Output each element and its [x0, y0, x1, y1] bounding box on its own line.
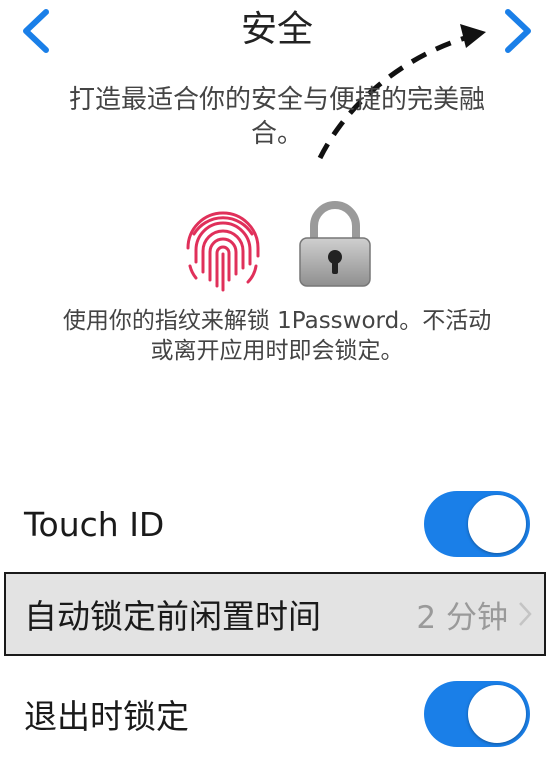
- auto-lock-value: 2 分钟: [416, 599, 508, 636]
- fingerprint-icon: [186, 211, 260, 292]
- forward-button[interactable]: [498, 6, 538, 56]
- lock-on-exit-row: 退出时锁定: [0, 672, 554, 756]
- lock-on-exit-toggle[interactable]: [424, 681, 530, 747]
- padlock-icon: [299, 201, 371, 287]
- auto-lock-row[interactable]: 自动锁定前闲置时间 2 分钟: [4, 572, 546, 656]
- lock-on-exit-label: 退出时锁定: [24, 697, 189, 736]
- touch-id-label: Touch ID: [24, 504, 165, 544]
- toggle-knob: [468, 685, 526, 743]
- intro-text: 打造最适合你的安全与便捷的完美融 合。: [68, 85, 485, 149]
- chevron-right-icon: [519, 602, 532, 626]
- chevron-right-icon: [505, 9, 531, 53]
- touchid-description: 使用你的指纹来解锁 1Password。不活动 或离开应用时即会锁定。: [62, 308, 492, 364]
- touch-id-row: Touch ID: [0, 488, 554, 560]
- toggle-knob: [468, 495, 526, 553]
- touch-id-toggle[interactable]: [424, 491, 530, 557]
- auto-lock-label: 自动锁定前闲置时间: [24, 597, 321, 636]
